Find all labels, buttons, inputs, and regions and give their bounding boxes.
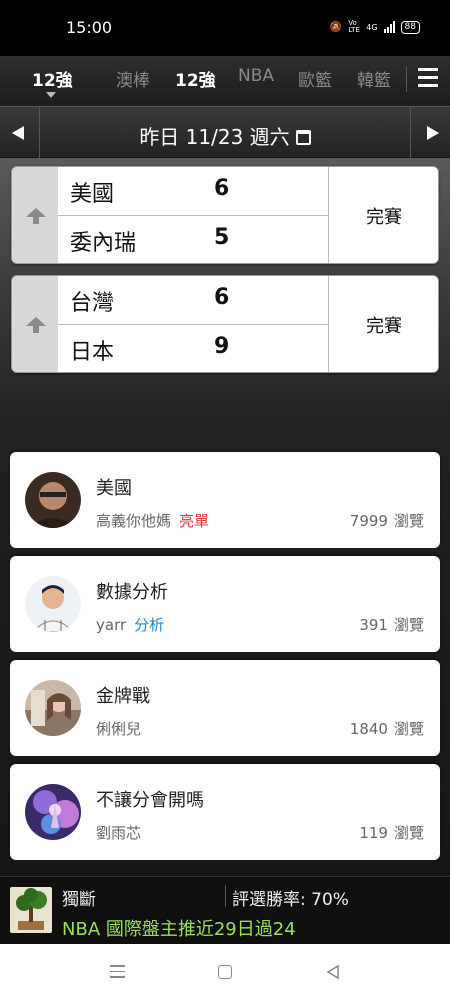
network-type: 4G — [366, 22, 378, 32]
team-name: 日本 — [70, 340, 115, 365]
game-status: 完賽 — [328, 167, 438, 263]
post-view-label: 瀏覽 — [393, 720, 424, 738]
post-title: 不讓分會開嗎 — [96, 790, 204, 811]
game-card[interactable]: 美國 6 委內瑞 5 完賽 — [11, 166, 439, 264]
banner-win-rate: 評選勝率: 70% — [232, 890, 349, 910]
post-author-line: yarr 分析 — [96, 614, 164, 635]
team-score: 6 — [214, 176, 230, 201]
post-tag: 分析 — [134, 616, 165, 634]
post-view-label: 瀏覽 — [393, 616, 424, 634]
tab-euro-basketball[interactable]: 歐籃 — [298, 66, 332, 91]
game-card[interactable]: 台灣 6 日本 9 完賽 — [11, 275, 439, 373]
hamburger-menu-icon[interactable] — [418, 68, 438, 88]
tab-group-selector[interactable]: 12強 — [32, 66, 73, 91]
status-time: 15:00 — [66, 18, 113, 37]
game-teams: 美國 6 委內瑞 5 — [58, 167, 328, 263]
team-name: 委內瑞 — [70, 231, 137, 256]
banner-headline: NBA 國際盤主推近29日過24 — [62, 919, 296, 940]
game-status-label: 完賽 — [366, 207, 402, 228]
post-author-line: 劉雨芯 — [96, 822, 141, 843]
date-label: 昨日 11/23 週六 — [139, 125, 290, 149]
post-view-label: 瀏覽 — [393, 512, 424, 530]
team-score: 9 — [214, 334, 230, 359]
system-nav-bar — [0, 944, 450, 1000]
tab-divider — [406, 66, 407, 92]
post-title: 美國 — [96, 478, 132, 499]
post-title: 金牌戰 — [96, 686, 150, 707]
post-view-count: 1840 — [349, 720, 388, 738]
home-icon[interactable] — [218, 965, 232, 979]
game-teams: 台灣 6 日本 9 — [58, 276, 328, 372]
back-icon[interactable] — [325, 964, 341, 980]
recent-apps-icon[interactable] — [110, 965, 125, 982]
post-author-line: 高義你他媽 亮單 — [96, 510, 209, 531]
game-status: 完賽 — [328, 276, 438, 372]
team-score: 6 — [214, 285, 230, 310]
post-card[interactable]: 美國 高義你他媽 亮單 7999 瀏覽 — [10, 452, 440, 548]
team-name: 台灣 — [70, 291, 115, 316]
tab-korea-basketball[interactable]: 韓籃 — [357, 66, 391, 91]
arrow-right-icon — [427, 126, 439, 140]
tab-nba[interactable]: NBA — [238, 66, 274, 86]
avatar — [25, 784, 81, 840]
team-row: 委內瑞 5 — [58, 216, 328, 263]
arrow-up-icon — [26, 208, 46, 224]
team-score: 5 — [214, 225, 230, 250]
post-author: 劉雨芯 — [96, 824, 142, 842]
calendar-icon — [295, 130, 311, 145]
post-title: 數據分析 — [96, 582, 168, 603]
status-bar: 15:00 🔕 Vo LTE 4G 88 — [0, 0, 450, 56]
date-selector[interactable]: 昨日 11/23 週六 — [0, 121, 450, 150]
post-card[interactable]: 金牌戰 俐俐兒 1840 瀏覽 — [10, 660, 440, 756]
team-name: 美國 — [70, 182, 115, 207]
tab-premier12[interactable]: 12強 — [175, 66, 216, 91]
next-date-button[interactable] — [410, 107, 450, 159]
post-views: 391 瀏覽 — [359, 614, 424, 635]
team-row: 日本 9 — [58, 325, 328, 372]
post-author: 俐俐兒 — [96, 720, 142, 738]
team-row: 美國 6 — [58, 167, 328, 216]
avatar — [25, 680, 81, 736]
bonsai-thumbnail — [10, 887, 52, 933]
banner-label: 獨斷 — [62, 890, 96, 910]
battery-icon: 88 — [400, 20, 420, 34]
post-author-line: 俐俐兒 — [96, 718, 141, 739]
post-view-count: 7999 — [349, 512, 388, 530]
caret-down-icon — [46, 92, 56, 98]
avatar — [25, 576, 81, 632]
status-icons: 🔕 Vo LTE 4G 88 — [330, 20, 420, 34]
post-view-label: 瀏覽 — [393, 824, 424, 842]
post-views: 7999 瀏覽 — [350, 510, 424, 531]
expand-column[interactable] — [12, 276, 58, 372]
game-status-label: 完賽 — [366, 316, 402, 337]
expand-column[interactable] — [12, 167, 58, 263]
banner-divider — [225, 885, 226, 907]
signal-icon — [383, 21, 395, 33]
avatar — [25, 472, 81, 528]
volte-icon: Vo LTE — [348, 19, 360, 34]
team-row: 台灣 6 — [58, 276, 328, 325]
sport-tab-bar: 12強 澳棒 12強 NBA 歐籃 韓籃 — [0, 56, 450, 106]
tab-aus-baseball[interactable]: 澳棒 — [116, 66, 150, 91]
arrow-up-icon — [26, 317, 46, 333]
post-views: 119 瀏覽 — [359, 822, 424, 843]
date-navigator: 昨日 11/23 週六 — [0, 106, 450, 159]
post-author: 高義你他媽 — [96, 512, 172, 530]
mute-icon: 🔕 — [329, 21, 343, 33]
post-view-count: 391 — [359, 616, 388, 634]
post-author: yarr — [96, 616, 127, 634]
post-views: 1840 瀏覽 — [350, 718, 424, 739]
promo-banner[interactable]: 獨斷 評選勝率: 70% NBA 國際盤主推近29日過24 — [0, 876, 450, 944]
post-tag: 亮單 — [179, 512, 210, 530]
post-card[interactable]: 數據分析 yarr 分析 391 瀏覽 — [10, 556, 440, 652]
post-card[interactable]: 不讓分會開嗎 劉雨芯 119 瀏覽 — [10, 764, 440, 860]
post-view-count: 119 — [359, 824, 388, 842]
